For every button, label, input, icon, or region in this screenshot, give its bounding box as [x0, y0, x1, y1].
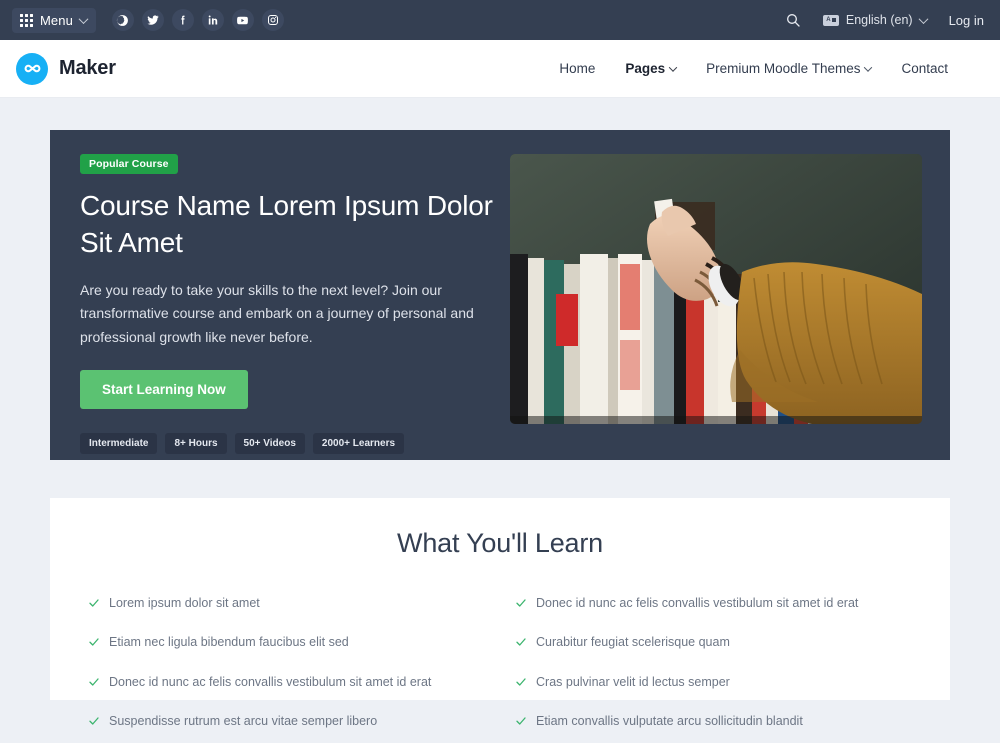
- check-icon: [515, 596, 527, 615]
- topbar-right-group: A English (en) Log in: [785, 12, 984, 28]
- nav-item-contact[interactable]: Contact: [901, 61, 948, 76]
- search-icon[interactable]: [785, 12, 801, 28]
- chevron-down-icon: [668, 62, 678, 72]
- hero-description: Are you ready to take your skills to the…: [80, 281, 474, 345]
- facebook-icon[interactable]: [171, 9, 194, 31]
- nav-item-premium-moodle-themes[interactable]: Premium Moodle Themes: [706, 61, 873, 76]
- start-learning-button[interactable]: Start Learning Now: [80, 370, 248, 410]
- learn-items-grid: Lorem ipsum dolor sit amet Donec id nunc…: [88, 585, 912, 743]
- globe-icon[interactable]: [111, 9, 134, 31]
- list-item-label: Donec id nunc ac felis convallis vestibu…: [109, 674, 432, 689]
- grid-dots-icon: [20, 13, 33, 27]
- check-icon: [88, 714, 100, 733]
- meta-chip-learners: 2000+ Learners: [312, 433, 405, 455]
- nav-label: Pages: [625, 61, 666, 76]
- nav-label: Contact: [901, 61, 948, 76]
- list-item: Donec id nunc ac felis convallis vestibu…: [88, 664, 485, 703]
- meta-chip-videos: 50+ Videos: [234, 433, 305, 455]
- hero-content: Popular Course Course Name Lorem Ipsum D…: [78, 154, 508, 455]
- list-item-label: Etiam nec ligula bibendum faucibus elit …: [109, 635, 349, 650]
- course-meta-row: Intermediate 8+ Hours 50+ Videos 2000+ L…: [80, 433, 508, 455]
- check-icon: [88, 675, 100, 694]
- main-navigation: Home Pages Premium Moodle Themes Contact: [559, 61, 948, 76]
- hero-section: Popular Course Course Name Lorem Ipsum D…: [50, 130, 950, 460]
- list-item: Etiam convallis vulputate arcu sollicitu…: [515, 703, 912, 742]
- chevron-down-icon: [864, 62, 873, 72]
- brand-name: Maker: [59, 57, 116, 79]
- language-label: English (en): [845, 13, 913, 27]
- brand-logo[interactable]: Maker: [16, 52, 116, 85]
- section-heading: What You'll Learn: [397, 528, 603, 558]
- check-icon: [515, 675, 527, 694]
- top-utility-bar: Menu A English (en) Log in: [0, 0, 1000, 40]
- nav-item-home[interactable]: Home: [559, 61, 595, 76]
- menu-button[interactable]: Menu: [12, 7, 96, 33]
- list-item: Curabitur feugiat scelerisque quam: [515, 624, 912, 663]
- menu-button-label: Menu: [40, 12, 73, 28]
- infinity-logo-icon: [16, 52, 48, 85]
- login-link[interactable]: Log in: [949, 13, 984, 28]
- nav-item-pages[interactable]: Pages: [625, 61, 678, 76]
- check-icon: [515, 714, 527, 733]
- bookshelf-photo-illustration: [510, 154, 922, 424]
- meta-chip-duration: 8+ Hours: [165, 433, 227, 455]
- chevron-down-icon: [918, 13, 929, 24]
- check-icon: [515, 635, 527, 654]
- chevron-down-icon: [78, 13, 89, 24]
- page-title: Course Name Lorem Ipsum Dolor Sit Amet: [80, 190, 493, 258]
- list-item-label: Donec id nunc ac felis convallis vestibu…: [536, 596, 859, 610]
- list-item-label: Etiam convallis vulputate arcu sollicitu…: [536, 714, 803, 729]
- list-item: Etiam nec ligula bibendum faucibus elit …: [88, 624, 485, 663]
- nav-label: Premium Moodle Themes: [706, 61, 861, 76]
- check-icon: [88, 596, 100, 615]
- translate-icon: A: [822, 14, 839, 26]
- list-item-label: Curabitur feugiat scelerisque quam: [536, 635, 730, 650]
- list-item-label: Lorem ipsum dolor sit amet: [109, 596, 260, 610]
- list-item: Suspendisse rutrum est arcu vitae semper…: [88, 703, 485, 742]
- youtube-icon[interactable]: [231, 9, 254, 31]
- linkedin-icon[interactable]: [201, 9, 224, 31]
- what-you-will-learn-section: What You'll Learn Lorem ipsum dolor sit …: [50, 498, 950, 728]
- twitter-icon[interactable]: [141, 9, 164, 31]
- nav-label: Home: [559, 61, 596, 76]
- status-badge: Popular Course: [80, 154, 178, 174]
- instagram-icon[interactable]: [261, 9, 284, 31]
- hero-image: [510, 154, 922, 424]
- site-header: Maker Home Pages Premium Moodle Themes C…: [0, 40, 1000, 98]
- language-selector[interactable]: A English (en): [822, 13, 929, 27]
- check-icon: [88, 635, 100, 654]
- list-item: Cras pulvinar velit id lectus semper: [515, 664, 912, 703]
- list-item-label: Suspendisse rutrum est arcu vitae semper…: [109, 714, 378, 729]
- meta-chip-level: Intermediate: [80, 433, 158, 455]
- social-links: [111, 9, 284, 31]
- list-item: Donec id nunc ac felis convallis vestibu…: [515, 585, 912, 624]
- list-item: Lorem ipsum dolor sit amet: [88, 585, 485, 624]
- list-item-label: Cras pulvinar velit id lectus semper: [536, 674, 730, 689]
